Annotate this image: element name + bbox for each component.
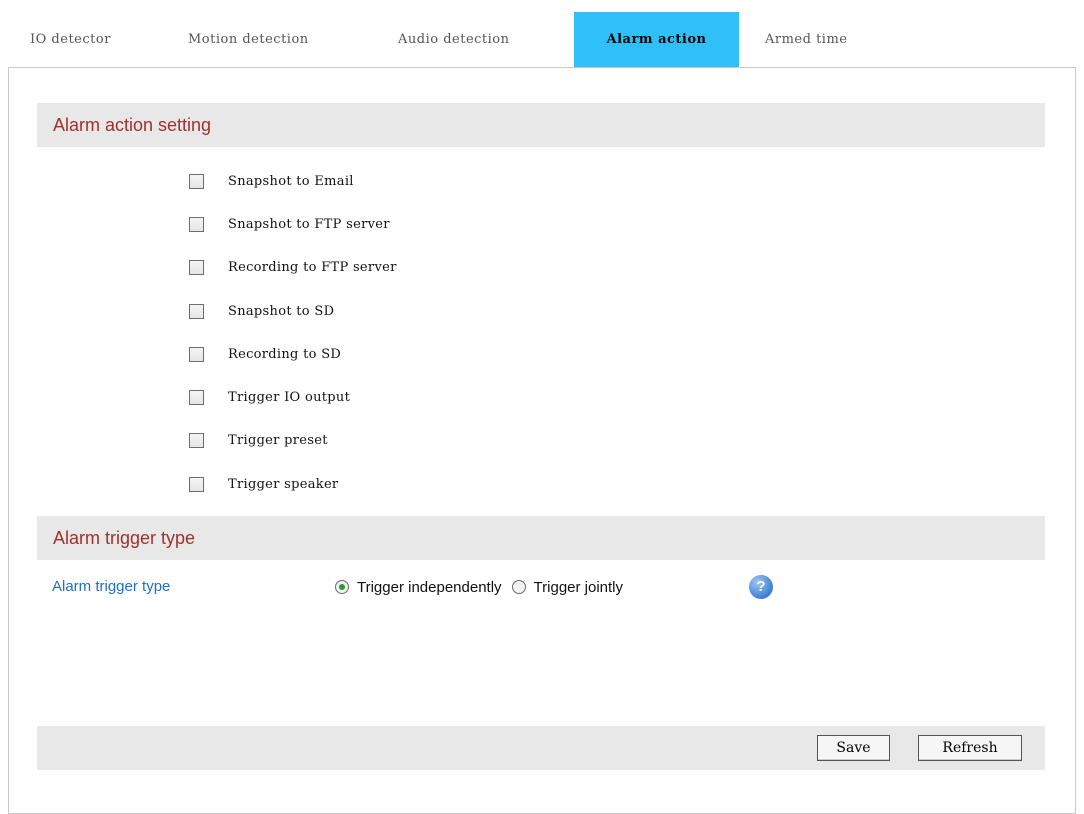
- option-label: Snapshot to FTP server: [228, 216, 390, 232]
- option-snapshot-sd: Snapshot to SD: [189, 301, 334, 321]
- option-recording-ftp: Recording to FTP server: [189, 257, 397, 277]
- option-snapshot-email: Snapshot to Email: [189, 171, 354, 191]
- option-trigger-io-output: Trigger IO output: [189, 387, 350, 407]
- trigger-type-row: Alarm trigger type Trigger independently…: [52, 575, 1052, 599]
- trigger-type-label: Alarm trigger type: [52, 578, 171, 595]
- trigger-jointly-label: Trigger jointly: [533, 578, 624, 596]
- snapshot-email-checkbox[interactable]: [189, 173, 204, 189]
- option-label: Recording to SD: [228, 346, 342, 362]
- question-icon[interactable]: ?: [749, 575, 773, 599]
- trigger-independently-radio[interactable]: [335, 580, 349, 594]
- option-label: Snapshot to SD: [228, 303, 335, 319]
- option-label: Recording to FTP server: [228, 259, 397, 275]
- recording-ftp-checkbox[interactable]: [189, 259, 204, 275]
- trigger-speaker-checkbox[interactable]: [189, 476, 204, 492]
- option-label: Trigger speaker: [228, 476, 339, 492]
- trigger-jointly-radio[interactable]: [511, 580, 526, 594]
- option-label: Trigger preset: [228, 432, 328, 448]
- option-label: Trigger IO output: [228, 389, 351, 405]
- settings-panel: Alarm action setting Snapshot to Email S…: [8, 67, 1076, 814]
- tab-audio-detection[interactable]: Audio detection: [398, 12, 510, 67]
- trigger-io-output-checkbox[interactable]: [189, 389, 204, 405]
- tab-bar: IO detector Motion detection Audio detec…: [0, 12, 1084, 67]
- refresh-button[interactable]: Refresh: [918, 735, 1022, 761]
- tab-armed-time[interactable]: Armed time: [765, 12, 847, 67]
- option-label: Snapshot to Email: [228, 173, 354, 189]
- snapshot-sd-checkbox[interactable]: [189, 303, 204, 319]
- section-title-alarm-action: Alarm action setting: [37, 103, 1045, 147]
- tab-motion-detection[interactable]: Motion detection: [188, 12, 309, 67]
- snapshot-ftp-checkbox[interactable]: [189, 216, 204, 232]
- trigger-type-radio-group: Trigger independently Trigger jointly: [335, 575, 633, 599]
- option-snapshot-ftp: Snapshot to FTP server: [189, 214, 390, 234]
- save-button[interactable]: Save: [817, 735, 890, 761]
- trigger-independently-label: Trigger independently: [357, 578, 502, 596]
- tab-alarm-action[interactable]: Alarm action: [574, 12, 739, 67]
- recording-sd-checkbox[interactable]: [189, 346, 204, 362]
- option-trigger-speaker: Trigger speaker: [189, 474, 338, 494]
- option-trigger-preset: Trigger preset: [189, 430, 328, 450]
- option-recording-sd: Recording to SD: [189, 344, 341, 364]
- section-title-alarm-trigger: Alarm trigger type: [37, 516, 1045, 560]
- action-footer: Save Refresh: [37, 726, 1045, 770]
- trigger-preset-checkbox[interactable]: [189, 432, 204, 448]
- tab-io-detector[interactable]: IO detector: [30, 12, 111, 67]
